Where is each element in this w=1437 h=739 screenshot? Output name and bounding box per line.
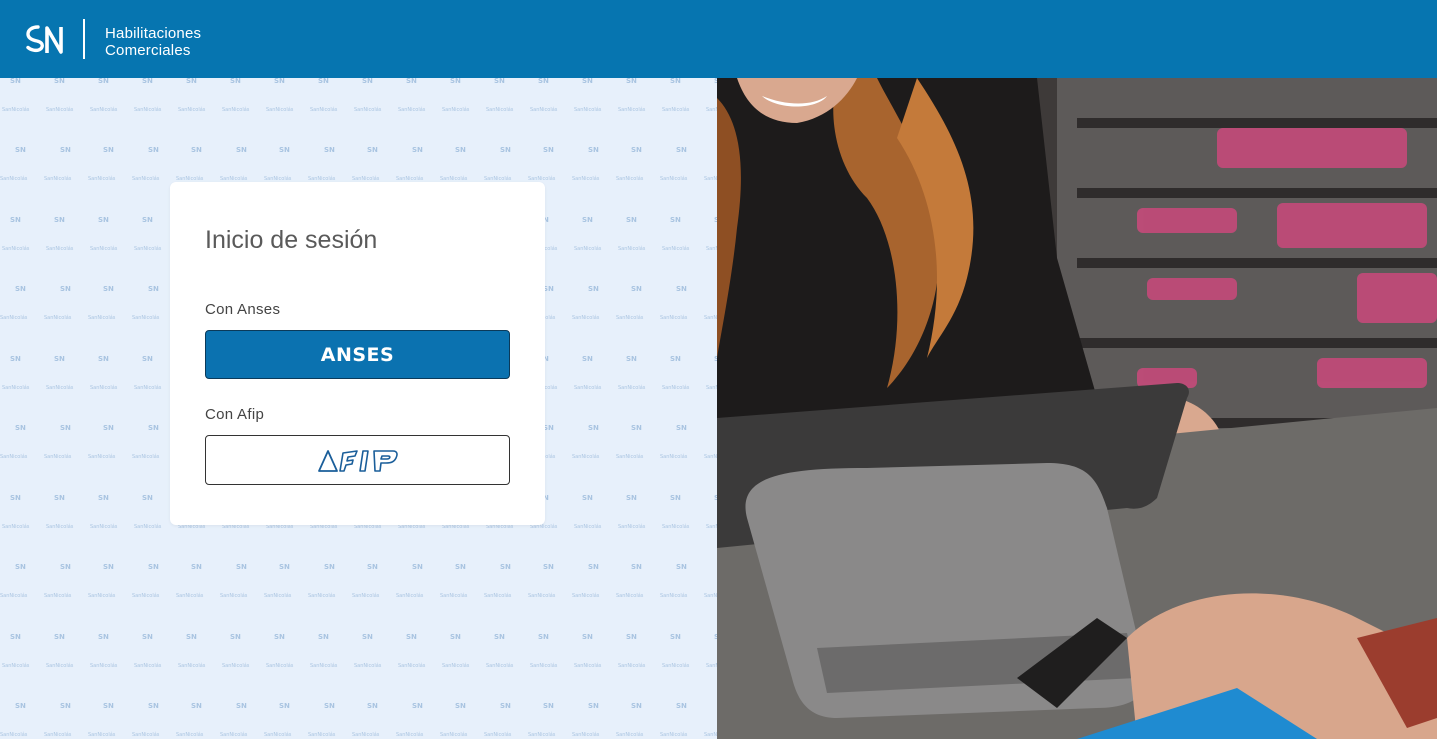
login-card: Inicio de sesión Con Anses ANSES Con Afi… bbox=[170, 182, 545, 525]
anses-login-button[interactable]: ANSES bbox=[205, 330, 510, 379]
app-title-line2: Comerciales bbox=[105, 42, 191, 59]
login-background-pane: SN SN SanNicolás SanNicolás SN SN SanNic… bbox=[0, 78, 717, 739]
afip-login-button[interactable] bbox=[205, 435, 510, 485]
afip-logo-icon bbox=[317, 450, 398, 472]
anses-label: Con Anses bbox=[205, 301, 281, 318]
hero-photo bbox=[717, 78, 1437, 739]
app-title: Habilitaciones Comerciales bbox=[105, 25, 201, 59]
anses-logo-text: ANSES bbox=[320, 343, 395, 366]
top-header: Habilitaciones Comerciales bbox=[0, 0, 1437, 78]
page-title: Inicio de sesión bbox=[205, 226, 378, 254]
hero-photo-illustration bbox=[717, 78, 1437, 739]
afip-label: Con Afip bbox=[205, 406, 265, 423]
logo-divider bbox=[83, 19, 85, 59]
app-title-line1: Habilitaciones bbox=[105, 25, 202, 42]
sn-logo-icon[interactable] bbox=[26, 24, 66, 56]
